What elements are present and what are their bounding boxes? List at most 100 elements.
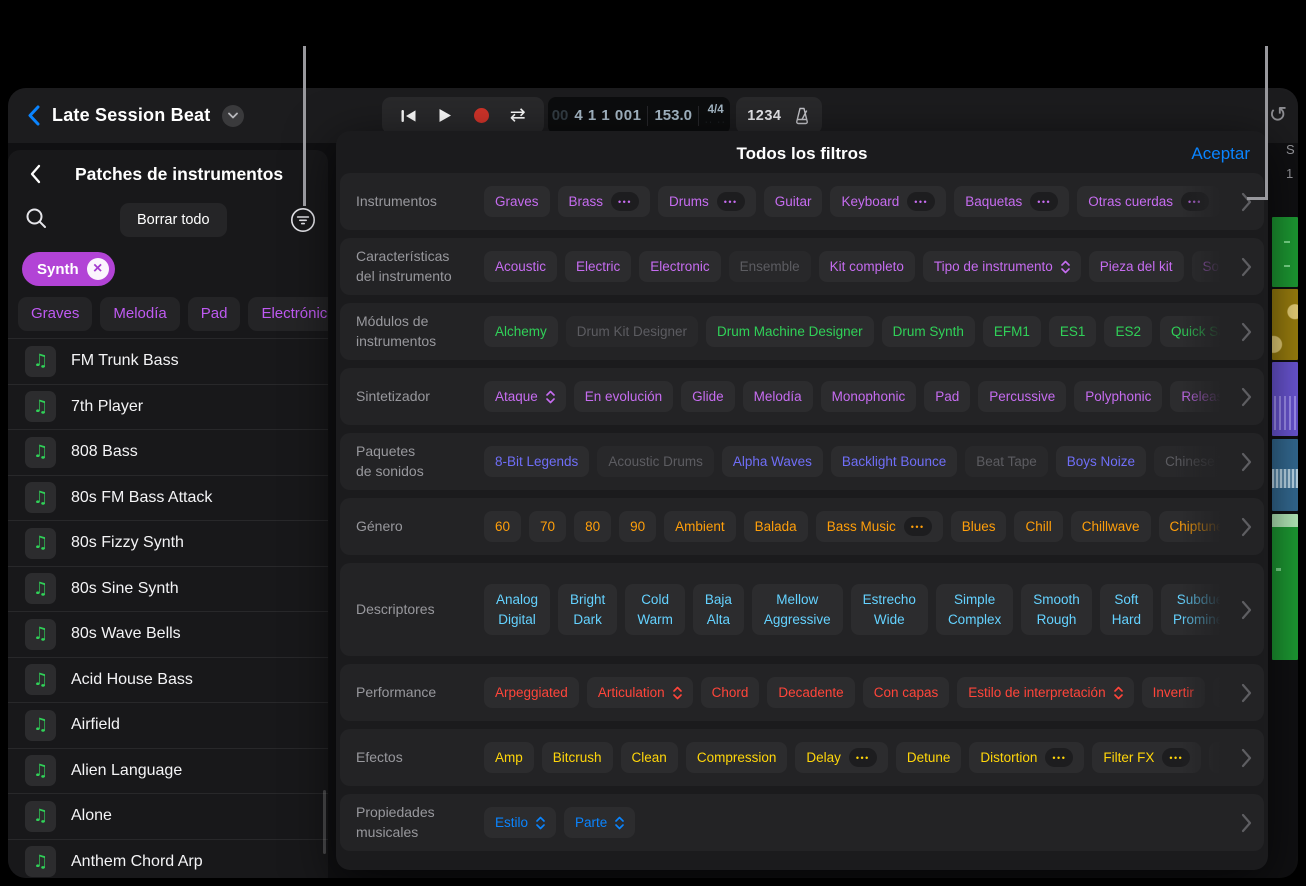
region-blue-audio[interactable] (1272, 439, 1298, 511)
category-chip-electr-nica[interactable]: Electrónica (248, 297, 328, 331)
filter-chip-80[interactable]: 80 (574, 511, 611, 542)
filter-chip-release[interactable]: Release (1170, 381, 1220, 412)
accept-button[interactable]: Aceptar (1191, 144, 1250, 164)
row-expand-chevron[interactable] (1241, 748, 1252, 768)
row-expand-chevron[interactable] (1241, 517, 1252, 537)
filter-chip-chillwave[interactable]: Chillwave (1071, 511, 1151, 542)
filter-chip-8-bit-legends[interactable]: 8-Bit Legends (484, 446, 589, 477)
more-options-icon[interactable]: ••• (611, 192, 639, 211)
filter-chip-estrecho[interactable]: EstrechoWide (851, 584, 928, 635)
filter-chip-compression[interactable]: Compression (686, 742, 788, 773)
filter-chip-electric[interactable]: Electric (565, 251, 631, 282)
filter-chip-estilo[interactable]: Estilo (484, 807, 556, 838)
patch-item-80s-wave-bells[interactable]: ♫80s Wave Bells (8, 611, 328, 657)
filter-chip-bitcrush[interactable]: Bitcrush (542, 742, 613, 773)
play-button[interactable] (432, 103, 458, 129)
filter-chip-articulation[interactable]: Articulation (587, 677, 693, 708)
more-options-icon[interactable]: ••• (907, 192, 935, 211)
patch-item-airfield[interactable]: ♫Airfield (8, 702, 328, 748)
project-title[interactable]: Late Session Beat (52, 105, 210, 126)
more-options-icon[interactable]: ••• (904, 517, 932, 536)
filter-chip-kit-completo[interactable]: Kit completo (819, 251, 915, 282)
filter-chip-quick-sampler[interactable]: Quick Sampler (1160, 316, 1220, 347)
lcd-display[interactable]: 00 4 1 1 001 153.0 4/4 ·· ·· (548, 97, 730, 134)
filter-chip-polyphonic[interactable]: Polyphonic (1074, 381, 1162, 412)
filter-chip-baja[interactable]: BajaAlta (693, 584, 744, 635)
filter-chip-60[interactable]: 60 (484, 511, 521, 542)
filter-chip-ataque[interactable]: Ataque (484, 381, 566, 412)
region-olive-audio[interactable] (1272, 289, 1298, 360)
category-chip-pad[interactable]: Pad (188, 297, 241, 331)
row-expand-chevron[interactable] (1241, 813, 1252, 833)
row-expand-chevron[interactable] (1241, 322, 1252, 342)
filter-chip-electronic[interactable]: Electronic (639, 251, 720, 282)
filter-button[interactable] (289, 206, 317, 239)
cycle-button[interactable]: ⇄ (505, 103, 531, 129)
active-filter-chip-synth[interactable]: Synth × (22, 252, 115, 286)
filter-chip-chord[interactable]: Chord (701, 677, 760, 708)
filter-chip-decadente[interactable]: Decadente (767, 677, 854, 708)
patch-item-80s-sine-synth[interactable]: ♫80s Sine Synth (8, 566, 328, 612)
more-options-icon[interactable]: ••• (849, 748, 877, 767)
filter-chip-arpeggiated[interactable]: Arpeggiated (484, 677, 579, 708)
filter-chip-mellow[interactable]: MellowAggressive (752, 584, 843, 635)
filter-chip-acoustic[interactable]: Acoustic (484, 251, 557, 282)
skip-to-start-button[interactable] (395, 103, 421, 129)
filter-chip-detune[interactable]: Detune (896, 742, 962, 773)
filter-chip-invertir[interactable]: Invertir (1142, 677, 1205, 708)
row-expand-chevron[interactable] (1241, 452, 1252, 472)
filter-chip-70[interactable]: 70 (529, 511, 566, 542)
more-options-icon[interactable]: ••• (717, 192, 745, 211)
category-chip-melod-a[interactable]: Melodía (100, 297, 179, 331)
filter-chip-beat-tape[interactable]: Beat Tape (965, 446, 1048, 477)
filter-chip-distortion[interactable]: Distortion••• (969, 742, 1084, 773)
project-menu-button[interactable] (222, 105, 244, 127)
filter-chip-chill[interactable]: Chill (1014, 511, 1062, 542)
sidebar-back-button[interactable] (30, 164, 41, 184)
filter-chip-smooth[interactable]: SmoothRough (1021, 584, 1092, 635)
row-expand-chevron[interactable] (1241, 387, 1252, 407)
filter-chip-rhythmic[interactable]: Rhythmic (1213, 677, 1220, 708)
filter-chip-ensemble[interactable]: Ensemble (729, 251, 811, 282)
filter-chip-keyboard[interactable]: Keyboard••• (830, 186, 946, 217)
clear-all-button[interactable]: Borrar todo (120, 203, 227, 237)
filter-chip-filter-fx[interactable]: Filter FX••• (1092, 742, 1201, 773)
filter-chip-simple[interactable]: SimpleComplex (936, 584, 1013, 635)
remove-filter-button[interactable]: × (87, 258, 109, 280)
filter-chip-efm1[interactable]: EFM1 (983, 316, 1041, 347)
filter-chip-bass-music[interactable]: Bass Music••• (816, 511, 943, 542)
filter-chip-en-evoluci-n[interactable]: En evolución (574, 381, 673, 412)
filter-chip-monophonic[interactable]: Monophonic (821, 381, 917, 412)
filter-chip-delay[interactable]: Delay••• (795, 742, 887, 773)
filter-chip-cold[interactable]: ColdWarm (625, 584, 685, 635)
sidebar-scrollbar[interactable] (323, 790, 326, 854)
row-expand-chevron[interactable] (1241, 257, 1252, 277)
region-green-2[interactable] (1272, 514, 1298, 660)
filter-chip-drums[interactable]: Drums••• (658, 186, 756, 217)
patch-item-alone[interactable]: ♫Alone (8, 793, 328, 839)
row-expand-chevron[interactable] (1241, 683, 1252, 703)
record-button[interactable] (468, 103, 494, 129)
filter-chip-pad[interactable]: Pad (924, 381, 970, 412)
filter-chip-chiptune[interactable]: Chiptune (1159, 511, 1220, 542)
patch-item-7th-player[interactable]: ♫7th Player (8, 384, 328, 430)
filter-chip-clean[interactable]: Clean (621, 742, 678, 773)
region-purple-midi[interactable] (1272, 362, 1298, 436)
filter-chip-es2[interactable]: ES2 (1104, 316, 1152, 347)
filter-chip-estilo-de-interpretaci-n[interactable]: Estilo de interpretación (957, 677, 1133, 708)
filter-chip-gate-fx[interactable]: Gate FX (1209, 742, 1220, 773)
filter-chip-boys-noize[interactable]: Boys Noize (1056, 446, 1146, 477)
filter-chip-brass[interactable]: Brass••• (558, 186, 650, 217)
more-options-icon[interactable]: ••• (1181, 192, 1209, 211)
patch-item-anthem-chord-arp[interactable]: ♫Anthem Chord Arp (8, 839, 328, 879)
patch-item-acid-house-bass[interactable]: ♫Acid House Bass (8, 657, 328, 703)
metronome-button[interactable] (793, 107, 811, 125)
filter-chip-tipo-de-instrumento[interactable]: Tipo de instrumento (923, 251, 1081, 282)
filter-chip-subdued[interactable]: SubduedProminent (1161, 584, 1220, 635)
patch-item-80s-fm-bass-attack[interactable]: ♫80s FM Bass Attack (8, 475, 328, 521)
filter-chip-blues[interactable]: Blues (951, 511, 1007, 542)
patch-item-808-bass[interactable]: ♫808 Bass (8, 429, 328, 475)
filter-chip-percussive[interactable]: Percussive (978, 381, 1066, 412)
count-in-button[interactable]: 1234 (747, 108, 781, 124)
filter-chip-drum-kit-designer[interactable]: Drum Kit Designer (566, 316, 698, 347)
